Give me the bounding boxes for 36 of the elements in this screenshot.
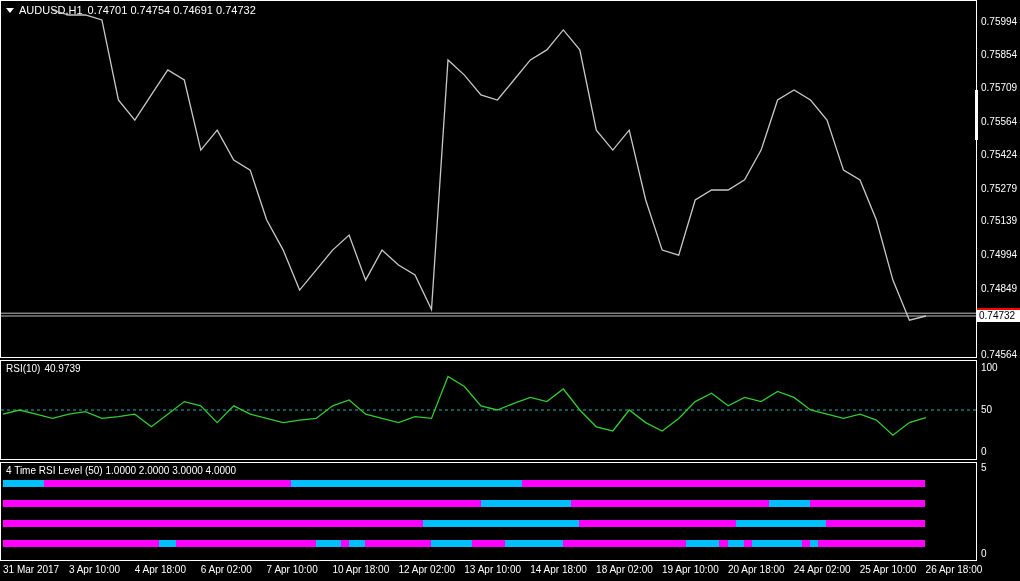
axis-label: 24 Apr 02:00 [793, 564, 851, 576]
axis-label: 5 [981, 462, 987, 474]
axis-label: 0 [981, 548, 987, 560]
axis-label: 12 Apr 02:00 [398, 564, 456, 576]
axis-label: 0.74849 [981, 282, 1018, 295]
axis-label: 4 Apr 18:00 [134, 564, 186, 576]
axis-label: 31 Mar 2017 [3, 564, 60, 576]
axis-label: 0.74994 [981, 248, 1018, 261]
axis-label: 10 Apr 18:00 [332, 564, 390, 576]
price-quote: 0.74701 0.74754 0.74691 0.74732 [87, 4, 256, 17]
axis-label: 25 Apr 10:00 [859, 564, 917, 576]
axis-label: 0.75994 [981, 15, 1018, 28]
axis-label: 0 [981, 446, 987, 458]
axis-label: 13 Apr 10:00 [464, 564, 521, 576]
indicator-reading: 40.9739 [44, 363, 81, 375]
axis-label: 0.75139 [981, 215, 1018, 228]
axis-label: 18 Apr 02:00 [596, 564, 653, 576]
axis-label: 14 Apr 18:00 [530, 564, 587, 576]
axis-label: 20 Apr 18:00 [727, 564, 785, 576]
axis-label: 6 Apr 02:00 [200, 564, 252, 576]
axis-label: 0.75279 [981, 182, 1018, 195]
axis-label: 100 [981, 361, 998, 374]
axis-label: 7 Apr 10:00 [266, 564, 318, 576]
axis-label: 0.75564 [981, 116, 1018, 129]
axis-label: 19 Apr 10:00 [662, 564, 719, 576]
chart-title: AUDUSD,H1 [19, 4, 83, 17]
axis-label: 26 Apr 18:00 [925, 564, 983, 576]
indicator-title: RSI(10) [6, 363, 41, 375]
axis-label: 0.75424 [981, 148, 1018, 161]
axis-label: 0.74564 [981, 349, 1018, 362]
dropdown-icon[interactable] [6, 8, 14, 13]
axis-label: 50 [981, 404, 993, 416]
axis-label: 0.75709 [981, 82, 1018, 95]
indicator-title: 4 Time RSI Level (50) 1.0000 2.0000 3.0000 4.0000 [6, 465, 237, 477]
axis-label: 3 Apr 10:00 [68, 564, 121, 576]
axis-label: 0.75854 [981, 48, 1018, 61]
